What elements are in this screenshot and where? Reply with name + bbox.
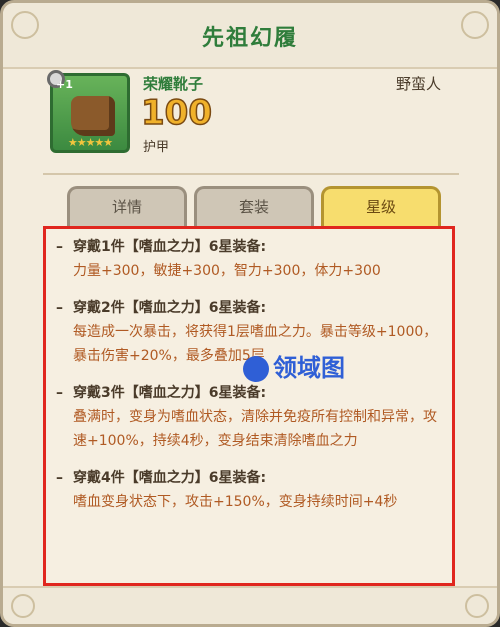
list-item: – 穿戴3件【嗜血之力】6星装备: 叠满时，变身为嗜血状态，清除并免疫所有控制和异… [56,381,440,453]
set-bonus-desc: 叠满时，变身为嗜血状态，清除并免疫所有控制和异常，攻速+100%，持续4秒，变身… [73,409,437,449]
tab-star-level[interactable]: 星级 [321,186,441,226]
tab-bar: 详情 套装 星级 [67,186,447,228]
set-bonus-header: 穿戴2件【嗜血之力】6星装备: [73,300,267,316]
ornament-icon [11,11,39,39]
watermark-logo-icon [243,356,269,382]
set-bonus-list: – 穿戴1件【嗜血之力】6星装备: 力量+300，敏捷+300，智力+300，体力… [43,226,455,586]
divider [43,173,459,175]
list-item: – 穿戴1件【嗜血之力】6星装备: 力量+300，敏捷+300，智力+300，体力… [56,235,440,283]
panel-title: 先祖幻履 [201,26,298,51]
tab-details[interactable]: 详情 [67,186,187,226]
set-bonus-header: 穿戴3件【嗜血之力】6星装备: [73,385,267,401]
item-name: 荣耀靴子 [143,75,204,93]
set-bonus-desc: 嗜血变身状态下，攻击+150%，变身持续时间+4秒 [73,494,398,510]
boots-icon [71,96,115,136]
ornament-icon [465,594,489,618]
item-class: 野蛮人 [395,75,441,93]
footer-bar [3,586,497,624]
item-stat-value: 100 [140,92,212,134]
set-bonus-desc: 力量+300，敏捷+300，智力+300，体力+300 [73,263,381,279]
star-rating: ★★★★★ [67,136,113,149]
watermark: 领域图 [243,348,345,383]
tab-set[interactable]: 套装 [194,186,314,226]
item-level-badge: +1 [56,78,73,91]
set-bonus-header: 穿戴4件【嗜血之力】6星装备: [73,470,267,486]
watermark-text: 领域图 [273,354,345,382]
set-bonus-header: 穿戴1件【嗜血之力】6星装备: [73,239,267,255]
item-stat-label: 护甲 [143,140,170,155]
list-item: – 穿戴4件【嗜血之力】6星装备: 嗜血变身状态下，攻击+150%，变身持续时间+… [56,466,440,514]
ornament-icon [11,594,35,618]
equipment-panel: 先祖幻履 +1 ★★★★★ 荣耀靴子 野蛮人 100 护甲 详情 套装 星级 –… [0,0,500,627]
ornament-icon [461,11,489,39]
item-icon[interactable]: +1 ★★★★★ [47,70,130,153]
title-bar: 先祖幻履 [3,3,497,69]
